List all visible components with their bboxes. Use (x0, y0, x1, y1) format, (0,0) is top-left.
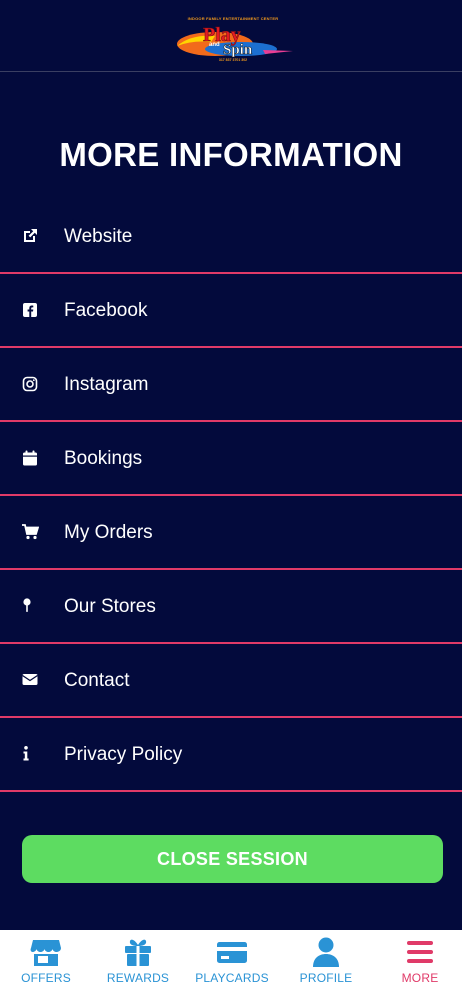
store-icon (30, 940, 61, 966)
svg-text:and: and (209, 42, 220, 48)
menu-item-bookings[interactable]: Bookings (0, 422, 462, 496)
tab-label: REWARDS (106, 971, 170, 985)
tab-profile[interactable]: PROFILE (280, 930, 372, 1000)
more-info-menu: Website Facebook Instagram Bookings My O… (0, 200, 462, 792)
tab-more[interactable]: MORE (374, 930, 462, 1000)
play-and-spin-logo: Play and Spin INDOOR FAMILY ENTERTAINMEN… (171, 16, 295, 68)
instagram-icon (22, 376, 38, 392)
user-icon (313, 937, 339, 967)
svg-text:Spin: Spin (223, 42, 253, 58)
close-session-button[interactable]: CLOSE SESSION (22, 835, 443, 883)
menu-item-contact[interactable]: Contact (0, 644, 462, 718)
facebook-icon (23, 303, 37, 317)
tab-label: MORE (401, 971, 439, 985)
cart-icon (22, 524, 39, 540)
logo-tagline: INDOOR FAMILY ENTERTAINMENT CENTER (187, 16, 279, 21)
external-link-icon (24, 229, 37, 242)
info-icon (23, 746, 29, 761)
app-header: Play and Spin INDOOR FAMILY ENTERTAINMEN… (0, 0, 462, 72)
menu-item-facebook[interactable]: Facebook (0, 274, 462, 348)
bottom-tab-bar: OFFERS REWARDS PLAYCARDS PROFILE MORE (0, 930, 462, 1000)
menu-item-label: Contact (64, 670, 130, 691)
credit-card-icon (217, 942, 247, 963)
menu-item-label: Bookings (64, 448, 143, 469)
gift-icon (125, 939, 151, 966)
menu-item-privacy-policy[interactable]: Privacy Policy (0, 718, 462, 792)
tab-rewards[interactable]: REWARDS (92, 930, 184, 1000)
map-pin-icon (23, 598, 31, 612)
menu-item-label: Website (64, 226, 133, 247)
tab-playcards[interactable]: PLAYCARDS (186, 930, 278, 1000)
tab-label: OFFERS (21, 971, 71, 985)
logo-phone: 317 837 3701 302 (218, 58, 248, 62)
tab-offers[interactable]: OFFERS (0, 930, 92, 1000)
menu-item-label: Our Stores (64, 596, 156, 617)
menu-item-label: My Orders (64, 522, 153, 543)
menu-icon (407, 941, 433, 963)
calendar-icon (23, 450, 37, 466)
tab-label: PROFILE (299, 971, 353, 985)
page-title: MORE INFORMATION (59, 136, 403, 173)
menu-item-our-stores[interactable]: Our Stores (0, 570, 462, 644)
tab-label: PLAYCARDS (195, 971, 269, 985)
envelope-icon (22, 674, 38, 685)
menu-item-my-orders[interactable]: My Orders (0, 496, 462, 570)
menu-item-label: Instagram (64, 374, 149, 395)
menu-item-instagram[interactable]: Instagram (0, 348, 462, 422)
menu-item-label: Privacy Policy (64, 744, 183, 765)
menu-item-website[interactable]: Website (0, 200, 462, 274)
menu-item-label: Facebook (64, 300, 148, 321)
